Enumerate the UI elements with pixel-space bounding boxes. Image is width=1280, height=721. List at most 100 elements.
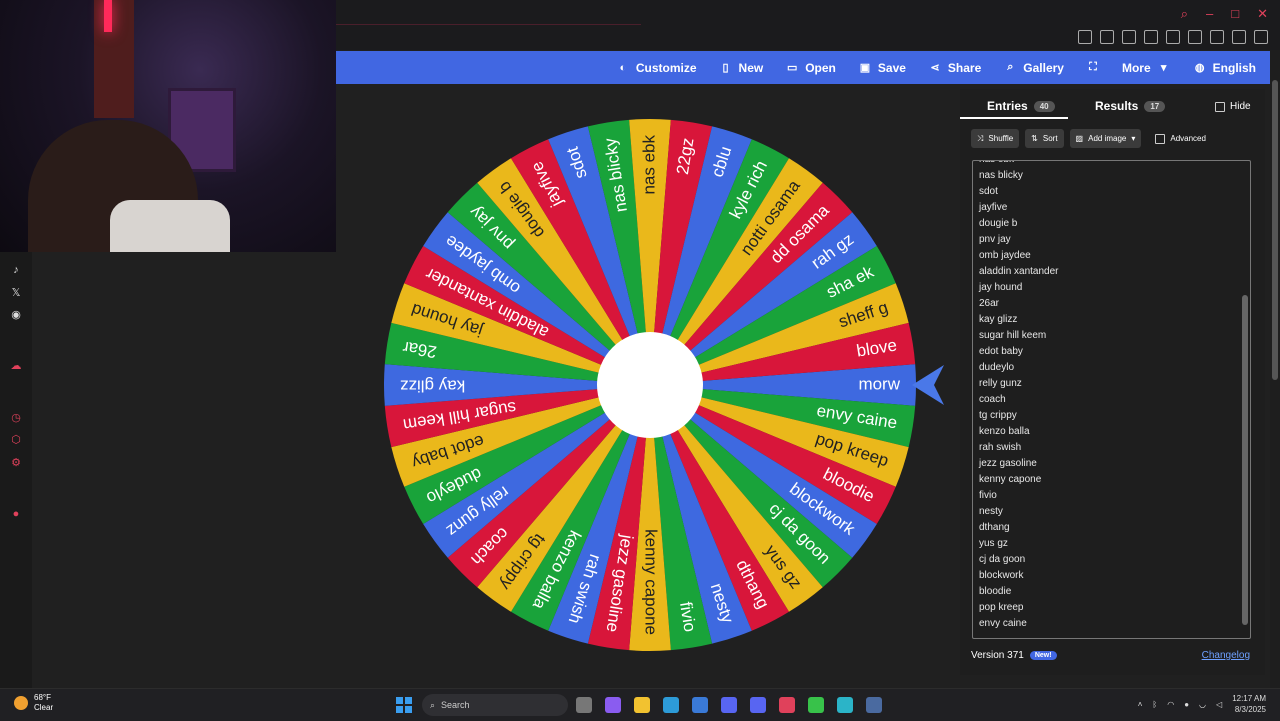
extensions-icon[interactable]: ⬡ [10, 434, 22, 446]
notification-icon[interactable]: ● [10, 508, 22, 520]
entry-item[interactable]: omb jaydee [979, 248, 1059, 264]
entry-item[interactable]: sdot [979, 184, 1059, 200]
android-icon[interactable] [808, 697, 824, 713]
wifi-icon[interactable]: ◡ [1199, 700, 1206, 709]
entries-scrollbar[interactable] [1242, 163, 1248, 634]
page-scrollbar[interactable] [1270, 50, 1280, 688]
shuffle-button[interactable]: ⤨ Shuffle [971, 129, 1020, 148]
entry-item[interactable]: coach [979, 392, 1059, 408]
entry-item[interactable]: sugar hill keem [979, 328, 1059, 344]
pin-icon[interactable] [1078, 30, 1092, 44]
advanced-toggle[interactable]: Advanced [1155, 133, 1206, 144]
entry-item[interactable]: rah swish [979, 440, 1059, 456]
opera-gx-icon[interactable] [779, 697, 795, 713]
soundcloud-icon[interactable]: ☁ [10, 360, 22, 372]
entry-item[interactable]: pnv jay [979, 232, 1059, 248]
entry-item[interactable]: kay glizz [979, 312, 1059, 328]
entry-item[interactable]: nesty [979, 504, 1059, 520]
bluetooth-icon[interactable]: ᛒ [1152, 700, 1157, 709]
maximize-icon[interactable]: □ [1231, 6, 1239, 22]
entries-textarea[interactable]: nas ebknas blickysdotjayfivedougie bpnv … [972, 160, 1251, 639]
entry-item[interactable]: jay hound [979, 280, 1059, 296]
entry-item[interactable]: nas blicky [979, 168, 1059, 184]
entry-item[interactable]: yus gz [979, 536, 1059, 552]
minimize-icon[interactable]: – [1206, 6, 1213, 22]
entry-item[interactable]: blockwork [979, 568, 1059, 584]
task-view-icon[interactable] [576, 697, 592, 713]
weather-widget[interactable]: 68°F Clear [14, 693, 53, 713]
hide-checkbox[interactable] [1215, 101, 1225, 112]
settings-icon[interactable]: ⚙ [10, 457, 22, 469]
discord-icon[interactable] [750, 697, 766, 713]
entry-item[interactable]: kenny capone [979, 472, 1059, 488]
copilot-icon[interactable] [605, 697, 621, 713]
entry-item[interactable]: nas ebk [979, 161, 1059, 168]
store-icon[interactable] [692, 697, 708, 713]
discord-icon[interactable]: ◉ [10, 309, 22, 321]
volume-icon[interactable]: ◁ [1216, 700, 1222, 709]
tab-results[interactable]: Results 17 [1095, 99, 1166, 113]
entry-item[interactable]: dudeylo [979, 360, 1059, 376]
fullscreen-button[interactable]: ⛶ [1086, 61, 1100, 74]
changelog-link[interactable]: Changelog [1202, 650, 1250, 661]
chatgpt-icon[interactable] [721, 697, 737, 713]
entry-item[interactable]: bloodie [979, 584, 1059, 600]
screenshot-icon[interactable] [1100, 30, 1114, 44]
start-button[interactable] [396, 697, 412, 713]
hide-toggle[interactable]: Hide [1215, 101, 1251, 112]
streamlabs-icon[interactable] [837, 697, 853, 713]
advanced-checkbox[interactable] [1155, 133, 1166, 144]
download-icon[interactable] [1232, 30, 1246, 44]
wallet-icon[interactable] [1210, 30, 1224, 44]
entry-item[interactable]: dougie b [979, 216, 1059, 232]
sort-button[interactable]: ⇅ Sort [1025, 129, 1064, 148]
entry-item[interactable]: kenzo balla [979, 424, 1059, 440]
entry-item[interactable]: relly gunz [979, 376, 1059, 392]
add-image-button[interactable]: ▨ Add image ▾ [1069, 129, 1142, 148]
edge-icon[interactable] [663, 697, 679, 713]
entry-item[interactable]: edot baby [979, 344, 1059, 360]
language-button[interactable]: ◍ English [1193, 61, 1256, 75]
taskbar-apps [576, 697, 882, 713]
entry-item[interactable]: tg crippy [979, 408, 1059, 424]
clock[interactable]: 12:17 AM 8/3/2025 [1232, 693, 1266, 715]
play-icon[interactable] [1144, 30, 1158, 44]
entries-scrollbar-thumb[interactable] [1242, 295, 1248, 625]
gallery-button[interactable]: ⌕ Gallery [1003, 61, 1064, 75]
customize-button[interactable]: ◐ Customize [616, 61, 697, 75]
entry-item[interactable]: 26ar [979, 296, 1059, 312]
entry-item[interactable]: aladdin xantander [979, 264, 1059, 280]
more-button[interactable]: More ▾ [1122, 61, 1171, 75]
vpn-icon[interactable] [1122, 30, 1136, 44]
history-icon[interactable]: ◷ [10, 412, 22, 424]
search-icon[interactable]: ⌕ [1181, 6, 1188, 22]
share-button[interactable]: ⋖ Share [928, 61, 981, 75]
steam-icon[interactable] [866, 697, 882, 713]
new-button[interactable]: ▯ New [719, 61, 764, 75]
extensions-icon[interactable] [1188, 30, 1202, 44]
tiktok-icon[interactable]: ♪ [10, 264, 22, 276]
spin-wheel[interactable]: morwenvy cainepop kreepbloodieblockworkc… [360, 100, 960, 670]
close-icon[interactable]: ✕ [1257, 6, 1268, 22]
taskbar-search[interactable]: ⌕ Search [422, 694, 568, 716]
entry-item[interactable]: fivio [979, 488, 1059, 504]
wheel-hub[interactable] [597, 332, 703, 438]
network-icon[interactable]: ◠ [1167, 700, 1174, 709]
x-icon[interactable]: 𝕏 [10, 287, 22, 299]
chevron-up-icon[interactable]: ˄ [1138, 700, 1143, 709]
fullscreen-icon: ⛶ [1089, 61, 1097, 73]
entry-item[interactable]: dthang [979, 520, 1059, 536]
entry-item[interactable]: pop kreep [979, 600, 1059, 616]
heart-icon[interactable] [1166, 30, 1180, 44]
mic-icon[interactable]: ● [1184, 700, 1189, 709]
open-button[interactable]: ▭ Open [785, 61, 836, 75]
file-explorer-icon[interactable] [634, 697, 650, 713]
tab-entries[interactable]: Entries 40 [987, 99, 1055, 113]
entry-item[interactable]: jezz gasoline [979, 456, 1059, 472]
page-scrollbar-thumb[interactable] [1272, 80, 1278, 380]
entry-item[interactable]: jayfive [979, 200, 1059, 216]
entry-item[interactable]: envy caine [979, 616, 1059, 632]
entry-item[interactable]: cj da goon [979, 552, 1059, 568]
save-button[interactable]: ▣ Save [858, 61, 906, 75]
menu-icon[interactable] [1254, 30, 1268, 44]
